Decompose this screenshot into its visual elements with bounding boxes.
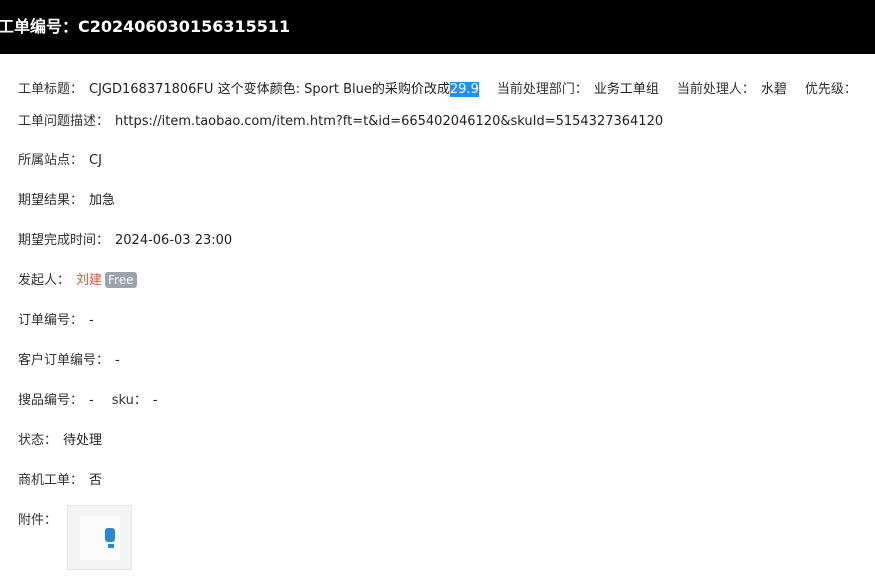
search-number-label: 搜品编号： xyxy=(18,393,84,408)
row-ticket-title: 工单标题： CJGD168371806FU 这个变体颜色: Sport Blue的… xyxy=(18,81,857,99)
row-deadline: 期望完成时间： 2024-06-03 23:00 xyxy=(18,232,232,250)
priority-label: 优先级： xyxy=(804,82,857,97)
business-ticket-value: 否 xyxy=(89,473,103,488)
order-number-label: 订单编号： xyxy=(18,313,84,328)
customer-order-label: 客户订单编号： xyxy=(18,353,110,368)
site-label: 所属站点： xyxy=(18,153,84,168)
row-description: 工单问题描述： https://item.taobao.com/item.htm?… xyxy=(18,113,663,131)
row-customer-order: 客户订单编号： - xyxy=(18,352,120,370)
status-label: 状态： xyxy=(18,433,58,448)
figure-icon xyxy=(105,528,115,542)
handler-value: 水碧 xyxy=(760,82,787,97)
description-value[interactable]: https://item.taobao.com/item.htm?ft=t&id… xyxy=(115,114,663,129)
row-expected-result: 期望结果： 加急 xyxy=(18,192,115,210)
customer-order-value: - xyxy=(115,353,120,368)
attachments-label: 附件： xyxy=(18,513,58,528)
ticket-title-highlight[interactable]: 29.9 xyxy=(449,82,479,97)
initiator-label: 发起人： xyxy=(18,273,71,288)
expected-result-value: 加急 xyxy=(89,193,116,208)
handler-label: 当前处理人： xyxy=(676,82,755,97)
deadline-value: 2024-06-03 23:00 xyxy=(115,233,233,248)
initiator-badge: Free xyxy=(105,272,137,288)
deadline-label: 期望完成时间： xyxy=(18,233,110,248)
figure-base-icon xyxy=(108,544,114,548)
attachment-thumbnail[interactable] xyxy=(67,505,132,570)
sku-label: sku： xyxy=(111,393,147,408)
expected-result-label: 期望结果： xyxy=(18,193,84,208)
search-number-value: - xyxy=(89,393,94,408)
status-value: 待处理 xyxy=(63,433,103,448)
title-bar: 工单编号：C202406030156315511 xyxy=(0,0,875,54)
row-business-ticket: 商机工单： 否 xyxy=(18,472,102,490)
row-status: 状态： 待处理 xyxy=(18,432,102,450)
initiator-name[interactable]: 刘建 xyxy=(76,273,102,288)
ticket-title-value: CJGD168371806FU 这个变体颜色: Sport Blue的采购价改成 xyxy=(89,82,450,97)
row-search-sku: 搜品编号： - sku： - xyxy=(18,392,158,410)
ticket-number-title: 工单编号：C202406030156315511 xyxy=(0,17,291,36)
description-label: 工单问题描述： xyxy=(18,114,110,129)
business-ticket-label: 商机工单： xyxy=(18,473,84,488)
sku-value: - xyxy=(152,393,158,408)
row-order-number: 订单编号： - xyxy=(18,312,94,330)
row-initiator: 发起人： 刘建 Free xyxy=(18,272,137,290)
row-site: 所属站点： CJ xyxy=(18,152,102,170)
row-attachments: 附件： xyxy=(18,512,57,530)
ticket-title-label: 工单标题： xyxy=(18,82,84,97)
dept-value: 业务工单组 xyxy=(593,82,659,97)
dept-label: 当前处理部门： xyxy=(496,82,588,97)
site-value: CJ xyxy=(89,153,102,168)
order-number-value: - xyxy=(89,313,94,328)
